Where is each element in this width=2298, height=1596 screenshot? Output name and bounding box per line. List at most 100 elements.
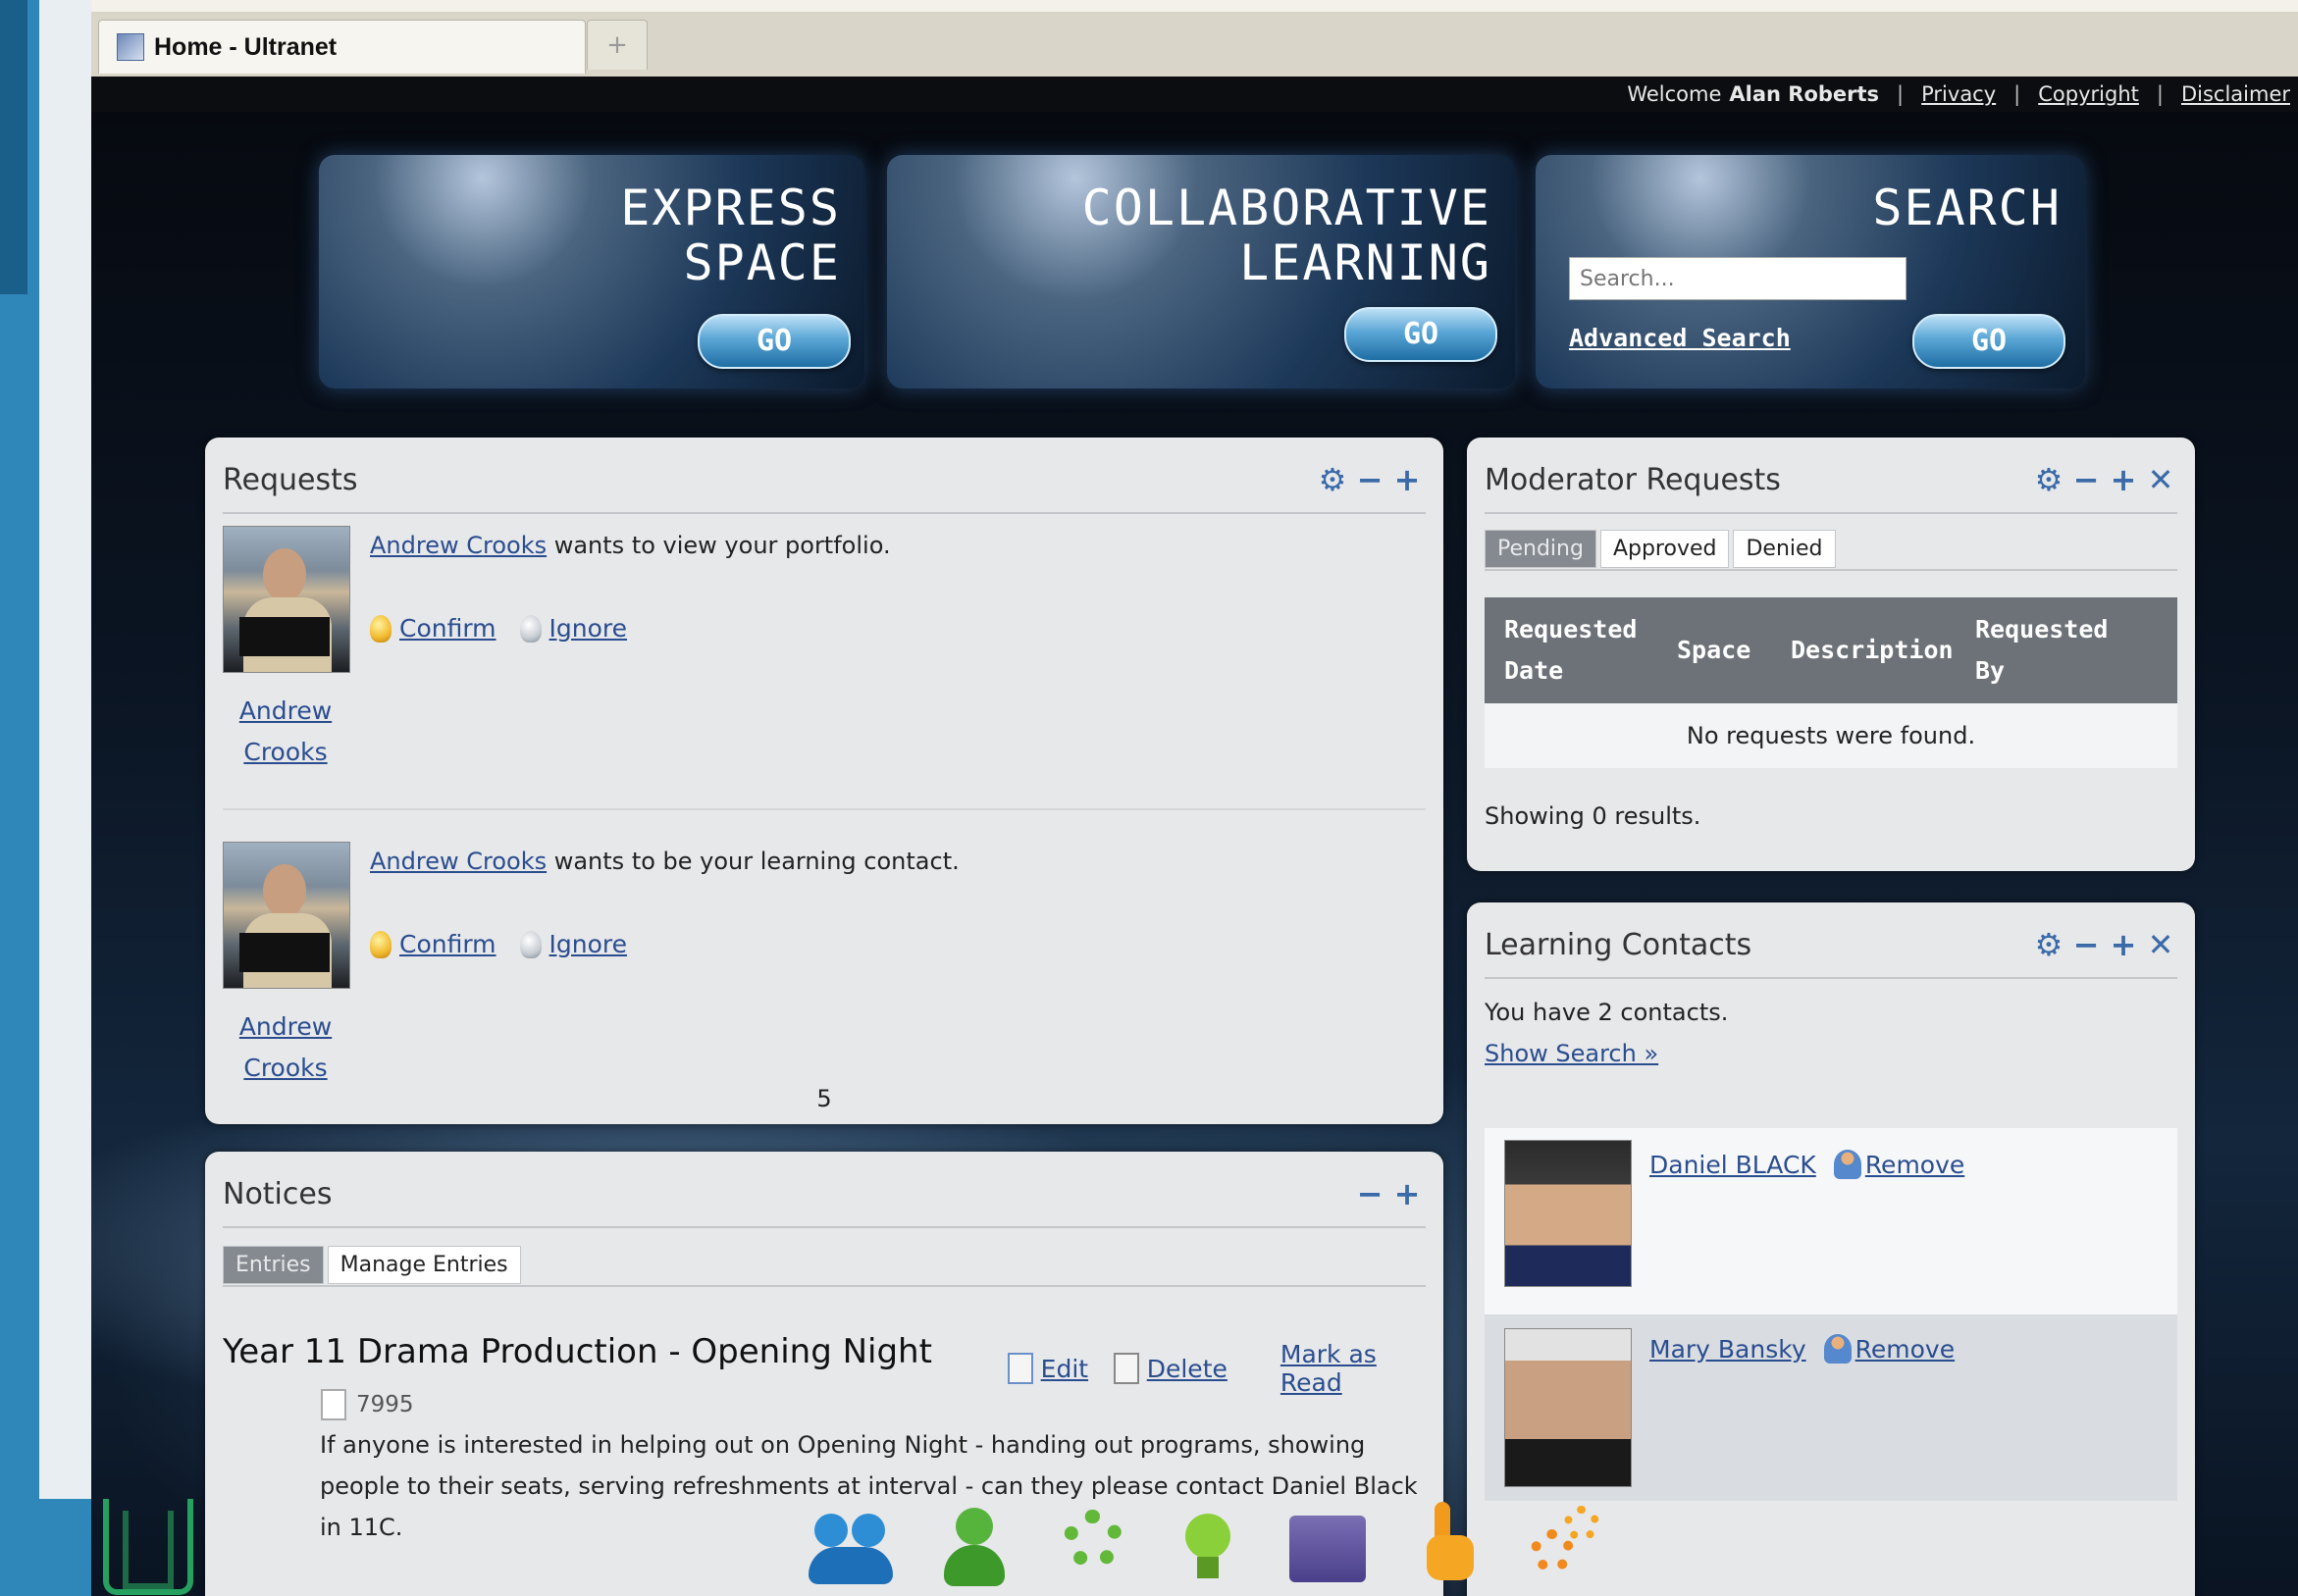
copyright-link[interactable]: Copyright (2038, 82, 2139, 106)
tab-title: Home - Ultranet (154, 32, 338, 61)
privacy-link[interactable]: Privacy (1921, 82, 1996, 106)
expand-icon[interactable]: + (1392, 1175, 1422, 1212)
ultranet-logo-inner (123, 1511, 174, 1589)
request-item: Andrew Crooks Andrew Crooks wants to be … (223, 842, 1430, 1097)
close-icon[interactable]: ✕ (2146, 461, 2175, 498)
avatar[interactable] (223, 842, 350, 989)
expand-icon[interactable]: + (1392, 461, 1422, 498)
search-banner: SEARCH Advanced Search GO (1536, 155, 2085, 388)
contact-name-link[interactable]: Daniel BLACK (1649, 1151, 1816, 1179)
new-tab-button[interactable]: + (587, 20, 648, 70)
remove-link[interactable]: Remove (1855, 1335, 1955, 1364)
column-requested-by[interactable]: Requested By (1975, 609, 2122, 692)
contact-name-row: Mary Bansky Remove (1649, 1334, 1955, 1364)
avatar[interactable] (1504, 1328, 1632, 1487)
contact-name-link[interactable]: Mary Bansky (1649, 1335, 1806, 1364)
gear-icon[interactable]: ⚙ (2034, 926, 2063, 963)
browser-chrome-top (91, 0, 2298, 12)
confirm-link[interactable]: Confirm (399, 614, 496, 643)
photo-last-name[interactable]: Crooks (243, 738, 327, 766)
person-icon[interactable] (932, 1496, 1017, 1586)
contact-row: Daniel BLACK Remove (1485, 1128, 2177, 1314)
header-divider (223, 512, 1426, 514)
contacts-summary: You have 2 contacts. (1485, 999, 1729, 1026)
welcome-text: Welcome (1627, 82, 1722, 106)
people-icon[interactable] (809, 1496, 893, 1586)
expand-icon[interactable]: + (2109, 926, 2138, 963)
separator: | (2013, 82, 2021, 106)
browser-tab[interactable]: Home - Ultranet (98, 20, 586, 74)
tab-denied[interactable]: Denied (1733, 530, 1836, 568)
expand-icon[interactable]: + (2109, 461, 2138, 498)
header-divider (1485, 977, 2177, 979)
edit-icon (1008, 1353, 1033, 1384)
minimize-icon[interactable]: − (1355, 461, 1384, 498)
mark-as-read-link[interactable]: Mark as Read (1280, 1340, 1443, 1397)
minimize-icon[interactable]: − (2071, 461, 2101, 498)
photo-first-name[interactable]: Andrew (239, 696, 332, 725)
search-go-button[interactable]: GO (1912, 314, 2065, 369)
column-description[interactable]: Description (1791, 630, 1954, 671)
minimize-icon[interactable]: − (2071, 926, 2101, 963)
learning-contacts-panel: Learning Contacts ⚙ − + ✕ You have 2 con… (1467, 902, 2195, 1596)
search-input[interactable] (1569, 257, 1906, 300)
avatar[interactable] (223, 526, 350, 673)
delete-link[interactable]: Delete (1147, 1355, 1227, 1383)
notice-title: Year 11 Drama Production - Opening Night (223, 1332, 932, 1371)
requests-panel: Requests ⚙ − + Andrew Crooks Andrew Croo… (205, 438, 1443, 1124)
lightbulb-icon[interactable] (1166, 1496, 1250, 1586)
photo-last-name[interactable]: Crooks (243, 1054, 327, 1082)
remove-user-icon (1833, 1150, 1861, 1179)
tab-manage-entries[interactable]: Manage Entries (327, 1246, 521, 1284)
favicon-icon (117, 33, 144, 61)
requester-link[interactable]: Andrew Crooks (370, 532, 547, 559)
ignore-link[interactable]: Ignore (549, 930, 628, 958)
folder-icon[interactable] (1285, 1496, 1370, 1586)
gear-icon[interactable]: ⚙ (2034, 461, 2063, 498)
flower-icon[interactable] (1050, 1496, 1134, 1586)
column-space[interactable]: Space (1677, 630, 1750, 671)
request-message: wants to view your portfolio. (547, 532, 891, 559)
collaborative-learning-title: COLLABORATIVE LEARNING (1081, 180, 1491, 291)
requests-title: Requests (223, 463, 358, 497)
search-title: SEARCH (1872, 180, 2062, 236)
gears-icon[interactable] (1525, 1496, 1609, 1586)
collaborative-learning-go-button[interactable]: GO (1344, 307, 1497, 362)
moderator-table: Requested Date Space Description Request… (1485, 597, 2177, 768)
separator: | (1897, 82, 1905, 106)
tab-entries[interactable]: Entries (223, 1246, 324, 1284)
avatar[interactable] (1504, 1140, 1632, 1287)
disclaimer-link[interactable]: Disclaimer (2181, 82, 2290, 106)
gear-icon[interactable]: ⚙ (1318, 461, 1347, 498)
page: Welcome Alan Roberts | Privacy | Copyrig… (91, 77, 2298, 1596)
photo-name-link[interactable]: Andrew Crooks (223, 691, 348, 773)
photo-name-link[interactable]: Andrew Crooks (223, 1006, 348, 1089)
tab-pending[interactable]: Pending (1485, 530, 1596, 568)
delete-icon (1114, 1353, 1139, 1384)
remove-link[interactable]: Remove (1865, 1151, 1964, 1179)
ignore-bulb-icon (519, 614, 542, 643)
confirm-link[interactable]: Confirm (399, 930, 496, 958)
ignore-link[interactable]: Ignore (549, 614, 628, 643)
remove-user-icon (1823, 1334, 1852, 1364)
remove-contact[interactable]: Remove (1833, 1150, 1964, 1179)
notices-tabs: Entries Manage Entries (223, 1246, 521, 1284)
header-divider (1485, 512, 2177, 514)
advanced-search-link[interactable]: Advanced Search (1569, 324, 1791, 352)
contact-name-row: Daniel BLACK Remove (1649, 1150, 1964, 1179)
minimize-icon[interactable]: − (1355, 1175, 1384, 1212)
photo-first-name[interactable]: Andrew (239, 1012, 332, 1041)
close-icon[interactable]: ✕ (2146, 926, 2175, 963)
remove-contact[interactable]: Remove (1823, 1334, 1955, 1364)
tab-approved[interactable]: Approved (1599, 530, 1730, 568)
contact-row: Mary Bansky Remove (1485, 1314, 2177, 1501)
requester-link[interactable]: Andrew Crooks (370, 848, 547, 875)
hand-icon[interactable] (1409, 1496, 1493, 1586)
express-space-go-button[interactable]: GO (698, 314, 851, 369)
express-space-banner: EXPRESS SPACE GO (319, 155, 864, 388)
column-requested-date[interactable]: Requested Date (1504, 609, 1651, 692)
show-search-link[interactable]: Show Search » (1485, 1040, 1658, 1067)
request-divider (223, 808, 1426, 810)
top-bar: Welcome Alan Roberts | Privacy | Copyrig… (91, 77, 2298, 112)
edit-link[interactable]: Edit (1041, 1355, 1088, 1383)
